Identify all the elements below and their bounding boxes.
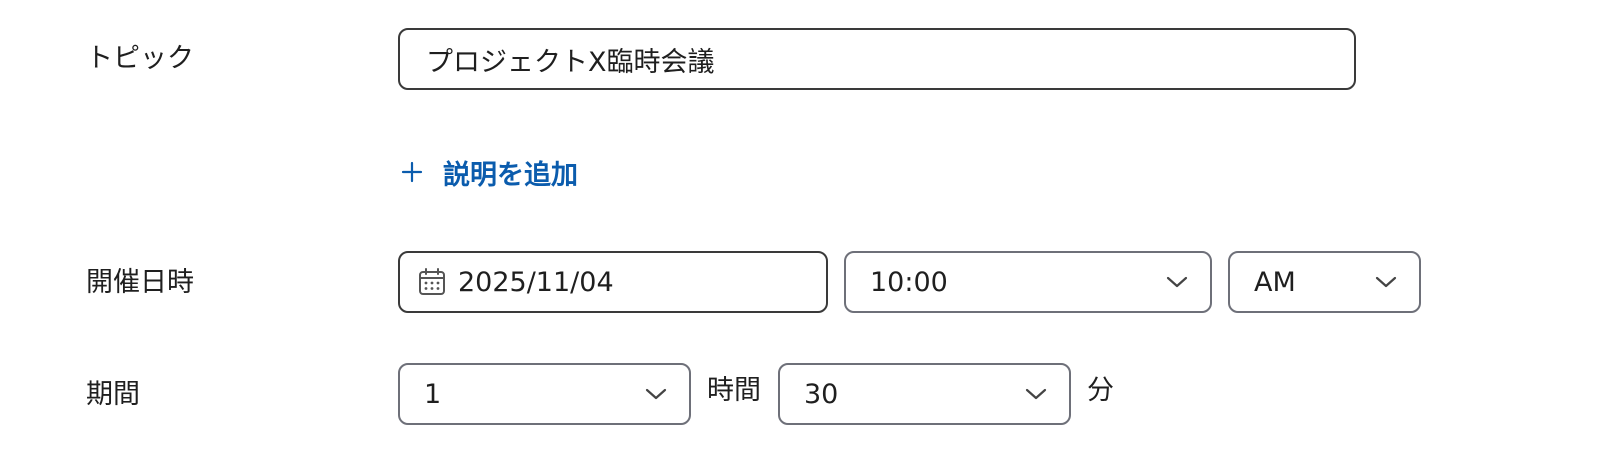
duration-hours-select[interactable]: 1 [398,363,691,425]
ampm-select[interactable]: AM [1228,251,1421,313]
hours-unit-label: 時間 [707,375,761,406]
duration-label: 期間 [86,379,140,410]
topic-input[interactable]: プロジェクトX臨時会議 [398,28,1356,90]
duration-minutes-value: 30 [804,378,839,410]
chevron-down-icon [645,388,667,400]
add-description-button[interactable]: 説明を追加 [398,152,578,192]
date-value: 2025/11/04 [458,266,614,298]
duration-minutes-select[interactable]: 30 [778,363,1071,425]
calendar-icon [419,268,445,295]
time-select[interactable]: 10:00 [844,251,1212,313]
add-description-label: 説明を追加 [443,159,578,191]
chevron-down-icon [1025,388,1047,400]
time-value: 10:00 [870,266,948,298]
datetime-label: 開催日時 [86,267,194,298]
chevron-down-icon [1375,276,1397,288]
plus-icon [401,161,423,183]
duration-hours-value: 1 [424,378,442,410]
minutes-unit-label: 分 [1087,375,1114,406]
topic-input-value: プロジェクトX臨時会議 [426,46,715,78]
chevron-down-icon [1166,276,1188,288]
ampm-value: AM [1254,266,1296,298]
date-picker[interactable]: 2025/11/04 [398,251,828,313]
topic-label: トピック [86,43,194,74]
